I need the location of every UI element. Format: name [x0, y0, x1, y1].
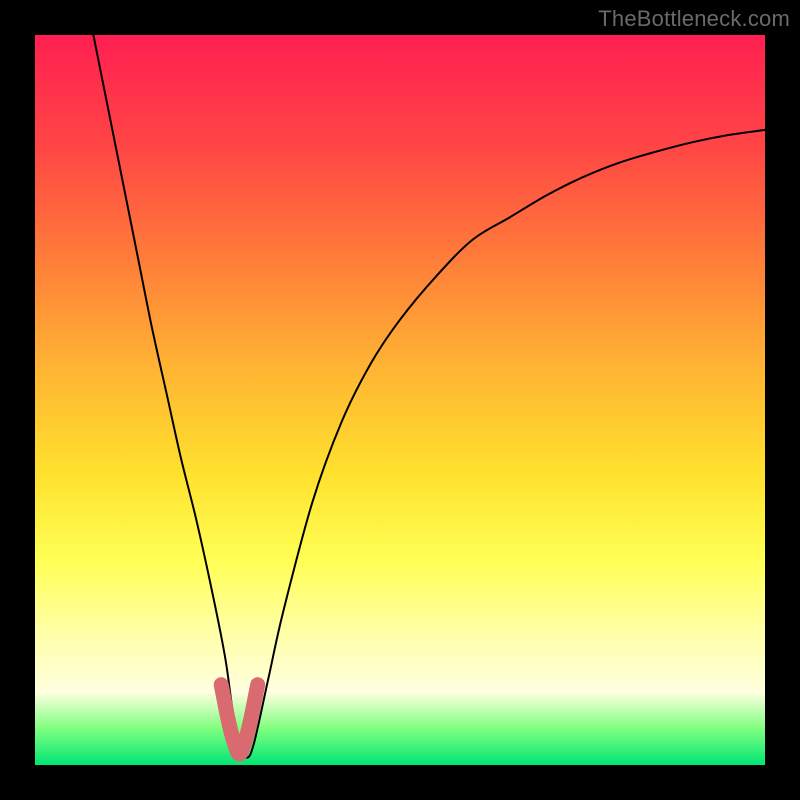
bottleneck-highlight-path [221, 685, 258, 754]
watermark-text: TheBottleneck.com [598, 6, 790, 32]
plot-area [35, 35, 765, 765]
curve-layer [35, 35, 765, 765]
bottleneck-curve-path [93, 35, 765, 758]
chart-frame: TheBottleneck.com [0, 0, 800, 800]
